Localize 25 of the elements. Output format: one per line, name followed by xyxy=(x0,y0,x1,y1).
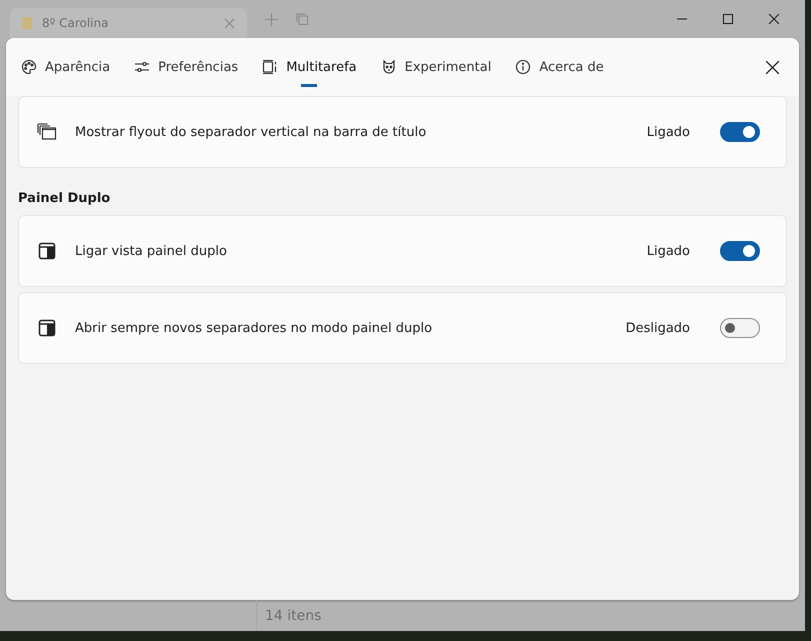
setting-label: Mostrar flyout do separador vertical na barra de título xyxy=(75,124,428,140)
settings-tab[interactable]: Acerca de xyxy=(514,43,605,91)
settings-tab[interactable]: Aparência xyxy=(20,43,112,91)
setting-label: Abrir sempre novos separadores no modo painel duplo xyxy=(75,320,434,336)
settings-tab[interactable]: Experimental xyxy=(380,43,492,91)
dual-pane-icon xyxy=(37,318,57,338)
toggle-state: Desligado xyxy=(626,320,690,336)
toggle-state: Ligado xyxy=(646,124,690,140)
toggle-state: Ligado xyxy=(646,244,690,258)
settings-tab[interactable]: Preferências xyxy=(133,43,240,91)
item-count: 14 itens xyxy=(256,600,322,631)
toggle-switch[interactable] xyxy=(720,241,760,261)
setting-label: Ligar vista painel duplo xyxy=(75,244,228,258)
close-icon xyxy=(766,60,779,74)
cat-icon xyxy=(380,59,397,75)
info-icon xyxy=(515,59,532,75)
sliders-icon xyxy=(134,59,150,75)
toggle-switch[interactable] xyxy=(720,122,760,142)
folder-icon xyxy=(22,17,32,29)
section-heading: Painel Duplo xyxy=(18,191,112,206)
windows-icon xyxy=(37,122,57,142)
dual-pane-icon xyxy=(37,241,57,261)
multitask-icon xyxy=(262,59,278,75)
palette-icon xyxy=(21,59,37,75)
toggle-switch[interactable] xyxy=(720,318,760,338)
